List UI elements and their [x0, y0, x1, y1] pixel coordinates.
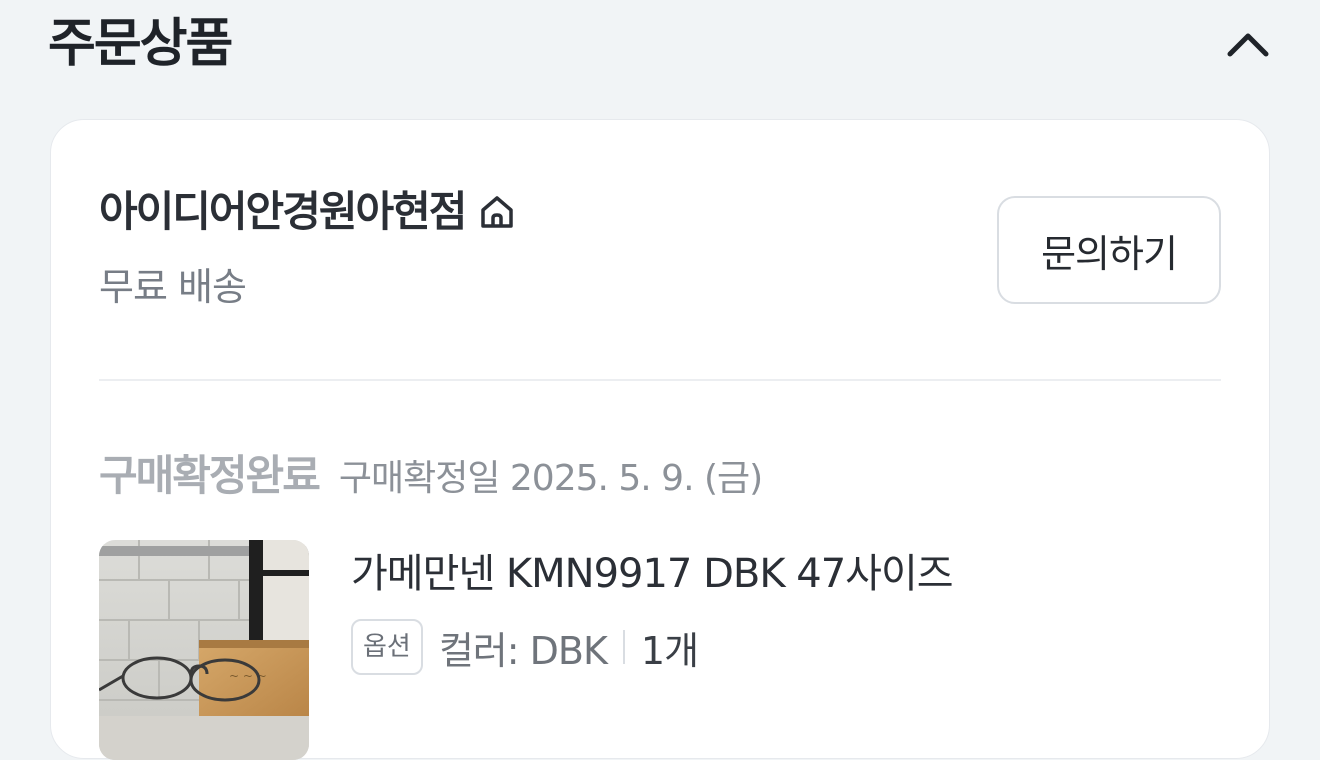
- inquiry-button[interactable]: 문의하기: [997, 196, 1221, 304]
- order-status-row: 구매확정완료 구매확정일 2025. 5. 9. (금): [99, 442, 763, 503]
- option-separator: [622, 630, 625, 664]
- section-title: 주문상품: [48, 14, 233, 74]
- product-thumbnail[interactable]: ~ ~ ~: [99, 540, 309, 760]
- home-icon[interactable]: [475, 190, 519, 234]
- chevron-up-icon: [1227, 33, 1269, 57]
- product-name[interactable]: 가메만넨 KMN9917 DBK 47사이즈: [351, 544, 954, 604]
- quantity: 1개: [640, 628, 699, 673]
- store-name[interactable]: 아이디어안경원아현점: [99, 180, 467, 244]
- order-card: 아이디어안경원아현점 무료 배송 문의하기 구매확정완료 구매확정일 2025.…: [50, 119, 1270, 760]
- order-items-header: 주문상품: [48, 6, 1272, 82]
- shipping-info: 무료 배송: [99, 265, 247, 309]
- store-name-row[interactable]: 아이디어안경원아현점: [99, 180, 519, 244]
- order-status: 구매확정완료: [99, 451, 321, 500]
- option-badge: 옵션: [351, 619, 423, 675]
- collapse-toggle[interactable]: [1224, 20, 1272, 68]
- option-row: 옵션 컬러: DBK 1개: [351, 618, 699, 676]
- divider: [99, 379, 1221, 381]
- option-value: 컬러: DBK: [438, 628, 608, 673]
- confirm-date: 구매확정일 2025. 5. 9. (금): [338, 458, 763, 499]
- svg-text:~ ~ ~: ~ ~ ~: [229, 669, 267, 683]
